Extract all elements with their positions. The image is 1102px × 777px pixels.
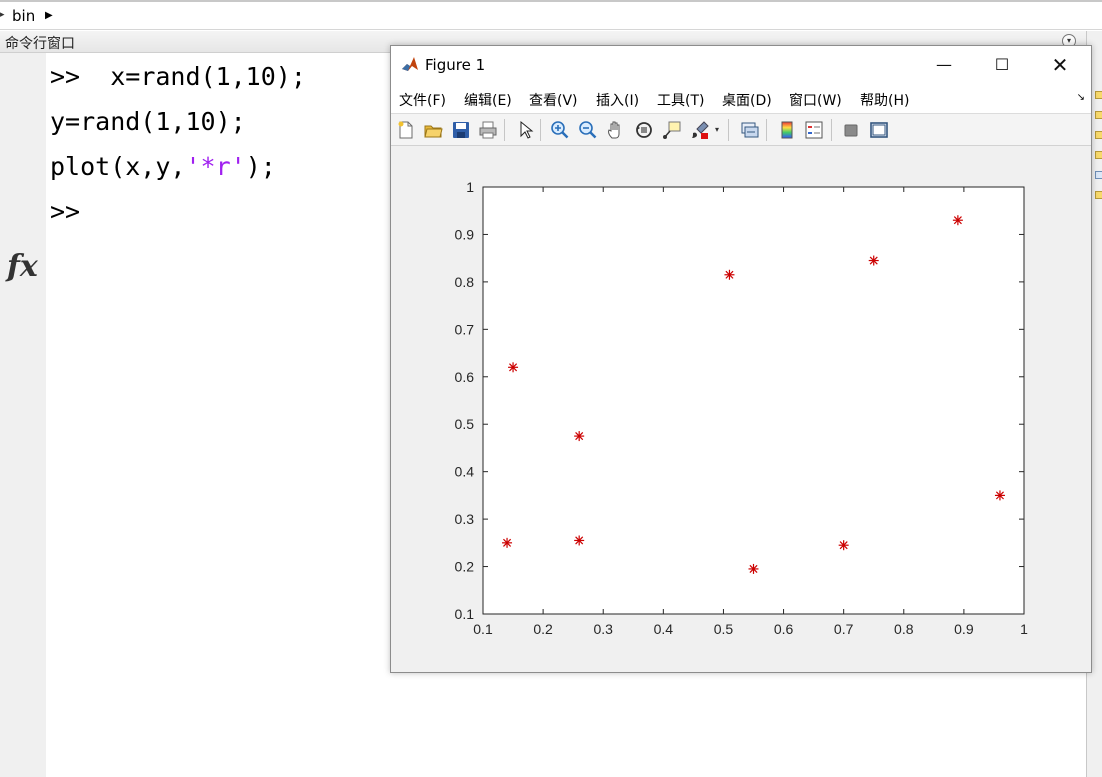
data-point-marker (994, 490, 1005, 501)
command-text: x=rand(1,10); (80, 62, 306, 91)
rotate-3d-icon[interactable] (634, 120, 654, 140)
y-tick-label: 0.3 (455, 511, 475, 527)
menu-desktop[interactable]: 桌面(D) (722, 90, 772, 110)
x-tick-label: 1 (1020, 621, 1028, 637)
data-point-marker (574, 535, 585, 546)
y-tick-label: 1 (466, 179, 474, 195)
data-cursor-icon[interactable] (662, 120, 682, 140)
command-line: >> x=rand(1,10); (50, 62, 306, 91)
y-tick-label: 0.8 (455, 274, 475, 290)
command-prompt-active[interactable]: >> (50, 197, 80, 226)
plot-area: 0.1 0.2 0.3 0.4 0.5 0.6 0.7 0.8 0.9 1 0.1 0.2 0.3 0.4… (391, 146, 1091, 672)
breadcrumb-folder-bin[interactable]: bin (12, 7, 35, 25)
fx-function-browser-icon[interactable]: fx (7, 249, 38, 284)
y-tick-label: 0.1 (455, 606, 475, 622)
breadcrumb-back-arrow-icon[interactable]: ▸ (0, 10, 5, 20)
link-plot-icon[interactable] (740, 120, 760, 140)
command-line: plot(x,y,'*r'); (50, 152, 276, 181)
figure-toolbar: ▾ (391, 113, 1091, 146)
address-bar: ▸ bin ▶ (0, 0, 1102, 30)
minimize-button[interactable]: — (921, 50, 967, 80)
y-tick-label: 0.6 (455, 369, 475, 385)
x-tick-label: 0.5 (714, 621, 734, 637)
scatter-chart[interactable]: 0.1 0.2 0.3 0.4 0.5 0.6 0.7 0.8 0.9 1 0.1 0.2 0.3 0.4… (391, 146, 1091, 672)
toolbar-separator (728, 119, 729, 141)
maximize-button[interactable]: ☐ (979, 50, 1025, 80)
x-tick-label: 0.8 (894, 621, 914, 637)
zoom-in-icon[interactable] (550, 120, 570, 140)
folder-icon[interactable] (1095, 151, 1102, 159)
new-figure-icon[interactable] (396, 120, 416, 140)
data-point-marker (502, 537, 513, 548)
figure-title: Figure 1 (425, 56, 486, 74)
data-point-marker (574, 431, 585, 442)
colorbar-icon[interactable] (777, 120, 797, 140)
figure-titlebar[interactable]: Figure 1 — ☐ ✕ (391, 46, 1091, 83)
folder-icon[interactable] (1095, 91, 1102, 99)
menu-view[interactable]: 查看(V) (529, 90, 578, 110)
string-literal: '*r' (185, 152, 246, 181)
y-tick-label: 0.5 (455, 416, 475, 432)
menu-insert[interactable]: 插入(I) (596, 90, 639, 110)
toolbar-separator (831, 119, 832, 141)
prompt: >> (50, 62, 81, 91)
axes-box (482, 186, 1025, 615)
data-point-marker (748, 563, 759, 574)
show-plot-tools-icon[interactable] (869, 120, 889, 140)
command-gutter: fx (0, 53, 46, 777)
data-point-marker (508, 362, 519, 373)
brush-icon[interactable] (690, 120, 710, 140)
open-file-icon[interactable] (423, 120, 443, 140)
x-tick-label: 0.3 (593, 621, 613, 637)
close-button[interactable]: ✕ (1037, 50, 1083, 80)
toolbar-separator (540, 119, 541, 141)
menu-edit[interactable]: 编辑(E) (464, 90, 512, 110)
x-tick-label: 0.1 (473, 621, 493, 637)
breadcrumb-arrow-icon[interactable]: ▶ (45, 10, 53, 21)
brush-dropdown-icon[interactable]: ▾ (715, 125, 719, 134)
dock-arrow-icon[interactable]: ↘ (1077, 92, 1085, 103)
file-icon[interactable] (1095, 171, 1102, 179)
x-tick-label: 0.6 (774, 621, 794, 637)
menu-window[interactable]: 窗口(W) (789, 90, 842, 110)
y-tick-label: 0.4 (455, 464, 475, 480)
print-icon[interactable] (478, 120, 498, 140)
folder-icon[interactable] (1095, 191, 1102, 199)
edit-plot-cursor-icon[interactable] (515, 120, 535, 140)
hide-plot-tools-icon[interactable] (841, 120, 861, 140)
save-icon[interactable] (451, 120, 471, 140)
menu-help[interactable]: 帮助(H) (860, 90, 909, 110)
x-tick-label: 0.4 (654, 621, 674, 637)
command-text: plot(x,y, (50, 152, 186, 181)
data-point-marker (838, 540, 849, 551)
toolbar-separator (504, 119, 505, 141)
command-text: ); (245, 152, 276, 181)
zoom-out-icon[interactable] (578, 120, 598, 140)
data-point-marker (868, 255, 879, 266)
x-tick-label: 0.7 (834, 621, 854, 637)
figure-window: Figure 1 — ☐ ✕ 文件(F) 编辑(E) 查看(V) 插入(I) 工… (390, 45, 1092, 673)
x-tick-label: 0.2 (533, 621, 553, 637)
pan-icon[interactable] (606, 120, 626, 140)
figure-menubar: 文件(F) 编辑(E) 查看(V) 插入(I) 工具(T) 桌面(D) 窗口(W… (391, 83, 1091, 113)
command-line: y=rand(1,10); (50, 107, 246, 136)
y-tick-label: 0.7 (455, 321, 475, 337)
x-tick-label: 0.9 (954, 621, 974, 637)
toolbar-separator (766, 119, 767, 141)
matlab-logo-icon (402, 57, 418, 71)
y-tick-label: 0.2 (455, 559, 475, 575)
command-text: y=rand(1,10); (50, 107, 246, 136)
menu-tools[interactable]: 工具(T) (657, 90, 704, 110)
data-point-marker (724, 269, 735, 280)
y-tick-label: 0.9 (455, 226, 475, 242)
folder-icon[interactable] (1095, 131, 1102, 139)
data-point-marker (952, 215, 963, 226)
menu-file[interactable]: 文件(F) (399, 90, 446, 110)
legend-icon[interactable] (804, 120, 824, 140)
command-window-title: 命令行窗口 (5, 36, 75, 52)
folder-icon[interactable] (1095, 111, 1102, 119)
prompt: >> (50, 197, 81, 226)
